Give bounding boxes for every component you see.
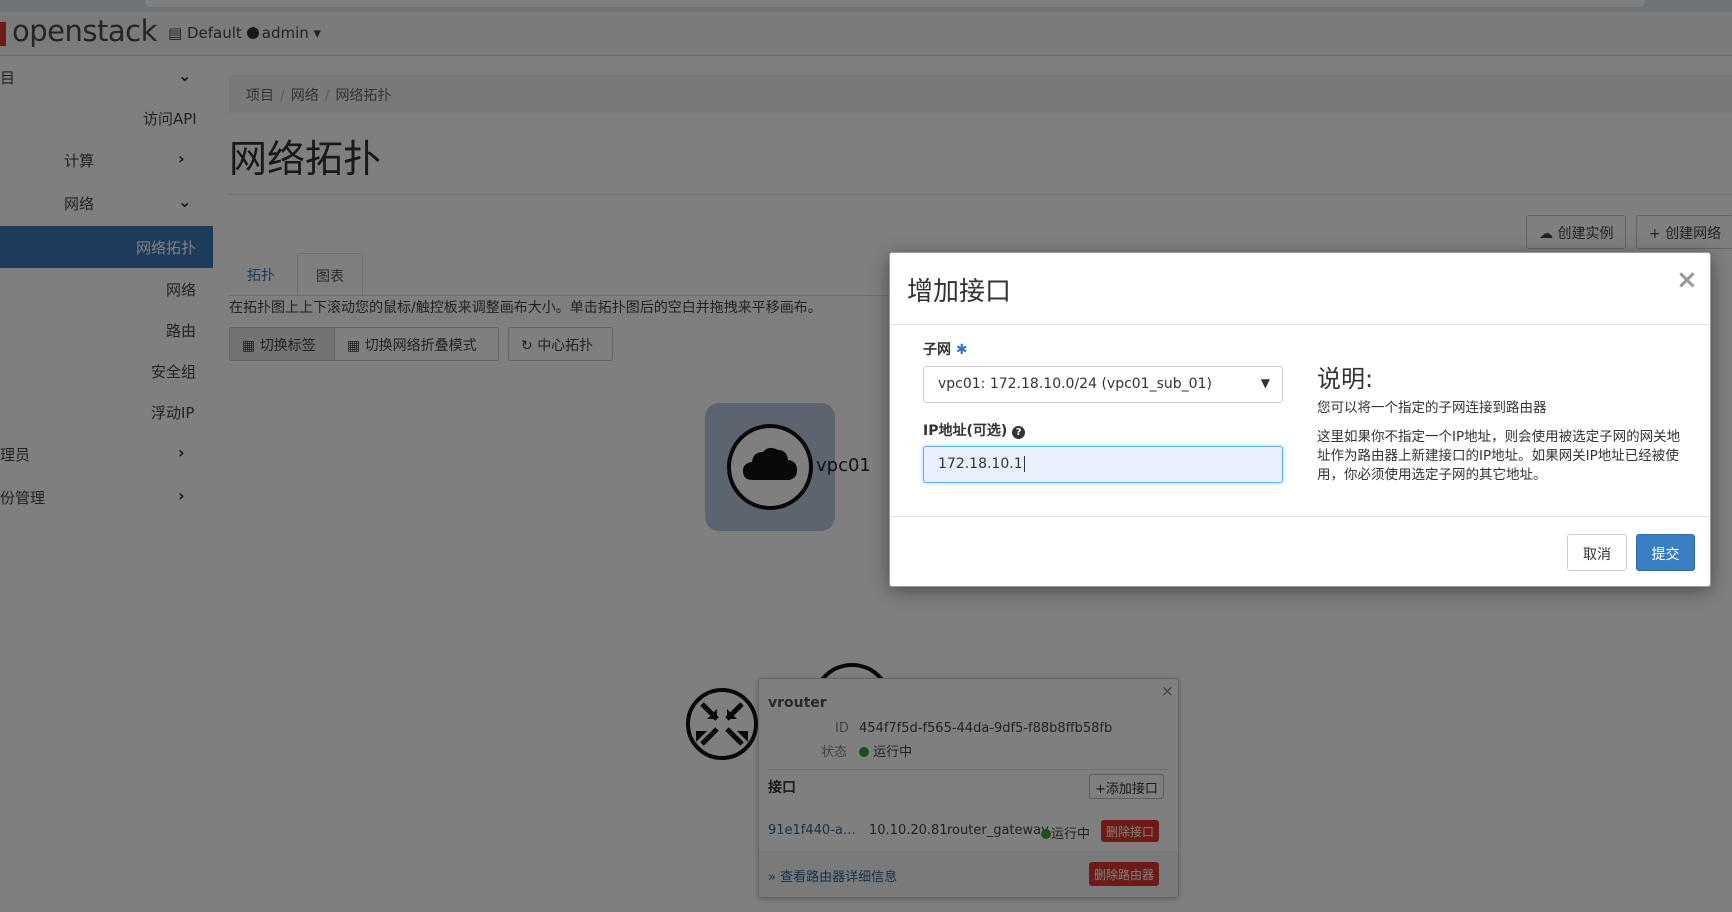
description-paragraph: 这里如果你不指定一个IP地址，则会使用被选定子网的网关地址作为路由器上新建接口的…: [1317, 429, 1681, 483]
submit-button[interactable]: 提交: [1636, 534, 1695, 571]
divider: [890, 324, 1710, 325]
ip-address-input[interactable]: 172.18.10.1: [923, 446, 1283, 483]
modal-title: 增加接口: [907, 277, 1012, 307]
question-icon[interactable]: ?: [1012, 426, 1026, 439]
ip-input-value: 172.18.10.1: [938, 456, 1023, 472]
caret-down-icon: ▼: [1260, 376, 1270, 390]
ip-address-label: IP地址(可选) ?: [923, 420, 1026, 440]
add-interface-modal: 增加接口 × 子网 ✱ vpc01: 172.18.10.0/24 (vpc01…: [889, 252, 1711, 587]
ip-label-text: IP地址(可选): [923, 423, 1008, 439]
cancel-button[interactable]: 取消: [1567, 534, 1627, 571]
description-line: 您可以将一个指定的子网连接到路由器: [1317, 400, 1547, 416]
text-cursor: [1023, 456, 1025, 472]
subnet-selected-value: vpc01: 172.18.10.0/24 (vpc01_sub_01): [938, 376, 1212, 392]
close-icon[interactable]: ×: [1676, 265, 1698, 295]
subnet-label: 子网 ✱: [923, 339, 968, 359]
description-title: 说明:: [1317, 365, 1374, 393]
subnet-label-text: 子网: [923, 342, 951, 358]
required-icon: ✱: [955, 342, 968, 358]
divider: [890, 516, 1710, 517]
subnet-select[interactable]: vpc01: 172.18.10.0/24 (vpc01_sub_01) ▼: [923, 366, 1283, 403]
